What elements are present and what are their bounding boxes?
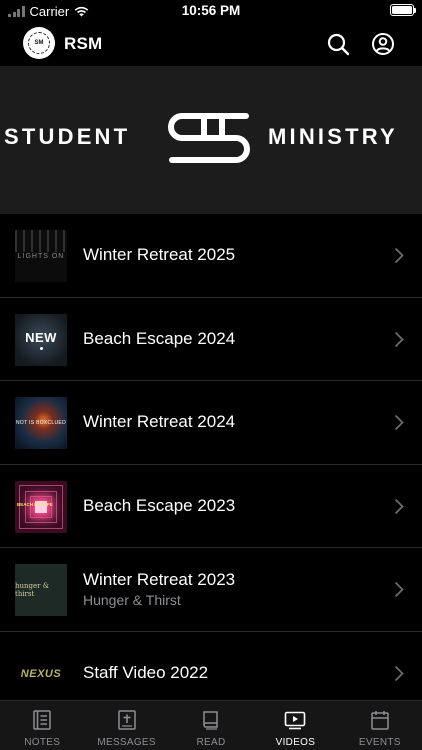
battery-icon: [390, 4, 416, 16]
video-title: Winter Retreat 2024: [83, 412, 236, 432]
list-item[interactable]: NEW Beach Escape 2024: [0, 297, 422, 381]
video-subtitle: Hunger & Thirst: [83, 592, 181, 609]
video-thumbnail: hunger & thirst: [15, 564, 67, 616]
notes-icon: [33, 710, 51, 730]
tab-label: READ: [196, 737, 226, 748]
video-thumbnail: NEXUS: [15, 647, 67, 700]
app-title: RSM: [64, 34, 103, 53]
chevron-right-icon: [394, 331, 404, 347]
list-item[interactable]: BEACH ESCAPE Beach Escape 2023: [0, 464, 422, 548]
status-time: 10:56 PM: [181, 3, 241, 18]
video-thumbnail: BEACH ESCAPE: [15, 480, 67, 533]
thumbnail-text: NEW: [25, 329, 57, 345]
tab-read[interactable]: READ: [169, 701, 253, 750]
chevron-right-icon: [394, 665, 404, 681]
read-icon: [203, 711, 218, 730]
chevron-right-icon: [394, 581, 404, 598]
video-thumbnail: LIGHTS ON: [15, 230, 67, 282]
thumbnail-text: hunger & thirst: [15, 582, 49, 598]
video-thumbnail: NOT IS BOXCLUED: [15, 397, 67, 449]
tab-messages[interactable]: MESSAGES: [84, 701, 168, 750]
banner-right-word: MINISTRY: [268, 124, 398, 149]
video-title: Winter Retreat 2023: [83, 570, 236, 590]
tab-label: MESSAGES: [97, 737, 156, 748]
app-logo[interactable]: SM: [23, 27, 55, 59]
tab-notes[interactable]: NOTES: [0, 701, 84, 750]
video-title: Beach Escape 2024: [83, 328, 236, 348]
chevron-right-icon: [394, 247, 404, 264]
videos-icon: [285, 711, 306, 730]
ministry-banner: STUDENT MINISTRY: [0, 66, 422, 214]
messages-icon: [117, 710, 136, 730]
video-title: Beach Escape 2023: [83, 495, 236, 515]
tab-label: NOTES: [24, 737, 61, 748]
thumbnail-text: BEACH ESCAPE: [17, 501, 53, 507]
nav-bar: SM RSM: [0, 22, 422, 66]
video-list: LIGHTS ON Winter Retreat 2025 NEW Beach …: [0, 214, 422, 715]
events-icon: [371, 711, 389, 730]
list-item[interactable]: hunger & thirst Winter Retreat 2023 Hung…: [0, 548, 422, 632]
chevron-right-icon: [394, 414, 404, 431]
video-thumbnail: NEW: [15, 313, 67, 366]
list-item[interactable]: NOT IS BOXCLUED Winter Retreat 2024: [0, 381, 422, 465]
tab-events[interactable]: EVENTS: [338, 701, 422, 750]
app-logo-text: SM: [34, 40, 44, 46]
thumbnail-text: NEXUS: [20, 667, 62, 680]
profile-icon[interactable]: [371, 32, 395, 56]
tab-videos[interactable]: VIDEOS: [253, 701, 337, 750]
thumbnail-text: LIGHTS ON: [17, 252, 65, 260]
search-icon[interactable]: [326, 32, 350, 56]
tab-label: EVENTS: [358, 737, 401, 748]
chevron-right-icon: [394, 498, 404, 514]
video-title: Winter Retreat 2025: [83, 245, 236, 265]
sm-logo-mark: [168, 113, 250, 163]
list-item[interactable]: LIGHTS ON Winter Retreat 2025: [0, 214, 422, 298]
thumbnail-text: NOT IS BOXCLUED: [16, 420, 66, 426]
video-title: Staff Video 2022: [83, 663, 209, 683]
banner-left-word: STUDENT: [4, 124, 131, 149]
tab-bar: NOTES MESSAGES READ VIDEOS EVENTS: [0, 700, 422, 750]
tab-label: VIDEOS: [275, 737, 316, 748]
status-bar: Carrier 10:56 PM: [0, 0, 422, 22]
